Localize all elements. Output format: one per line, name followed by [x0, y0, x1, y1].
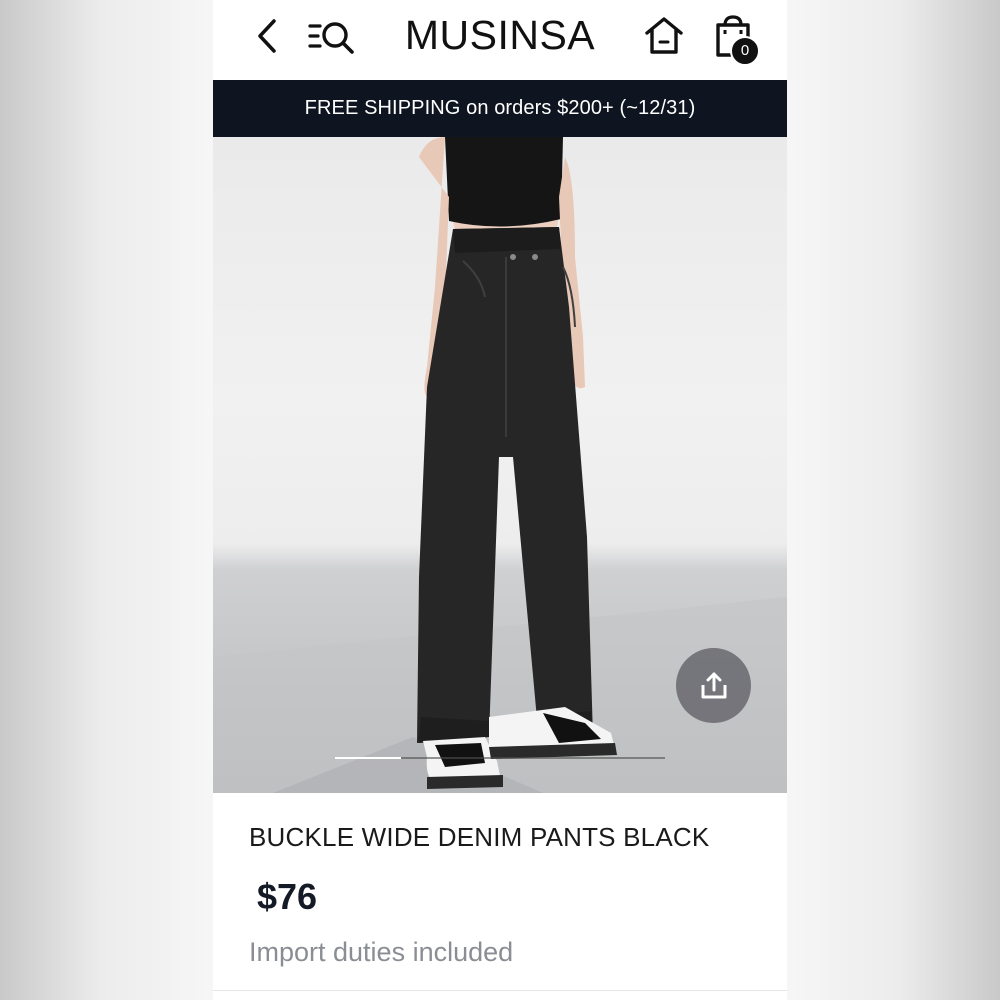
chevron-left-icon: [258, 19, 276, 53]
product-page: MUSINSA 0 FREE SHIPPING on orders $200+ …: [213, 0, 787, 1000]
product-title: BUCKLE WIDE DENIM PANTS BLACK: [249, 822, 710, 852]
menu-search-button[interactable]: [307, 14, 359, 58]
gallery-progress-track: [335, 757, 665, 759]
gallery-progress-fill: [335, 757, 401, 759]
top-header: MUSINSA 0: [213, 0, 787, 80]
share-icon: [701, 672, 726, 698]
product-price: $76: [257, 876, 318, 917]
home-button[interactable]: [641, 12, 687, 58]
import-duties-note: Import duties included: [249, 937, 514, 967]
section-divider: [213, 990, 787, 991]
product-image-gallery[interactable]: [213, 137, 787, 793]
menu-search-icon: [308, 22, 354, 54]
back-button[interactable]: [249, 14, 285, 58]
share-button[interactable]: [676, 648, 751, 723]
cart-count-badge: 0: [730, 36, 760, 66]
brand-logo[interactable]: MUSINSA: [383, 12, 617, 58]
free-shipping-banner[interactable]: FREE SHIPPING on orders $200+ (~12/31): [213, 80, 787, 137]
home-icon: [645, 17, 683, 54]
